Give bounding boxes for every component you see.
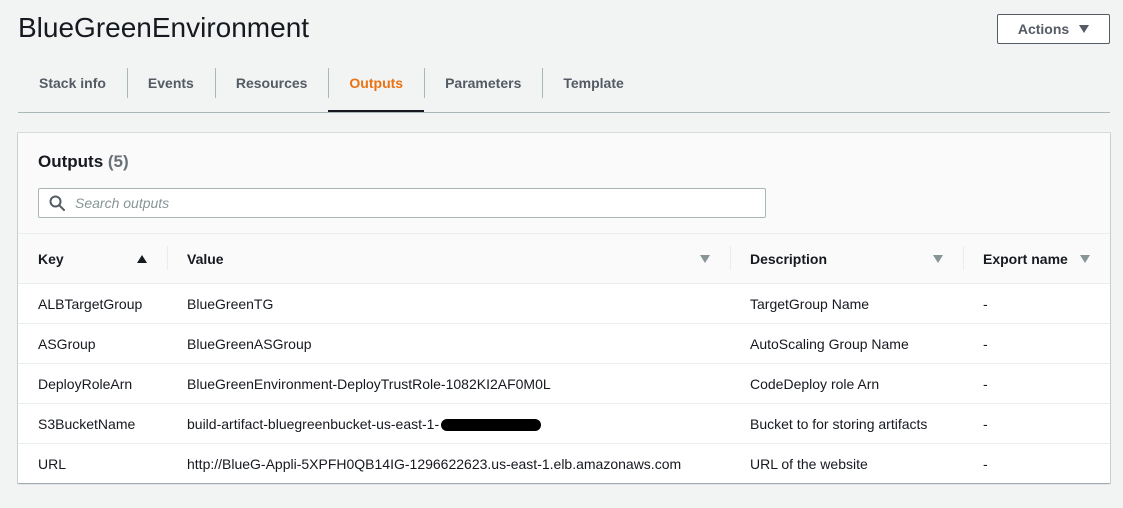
search-input[interactable] xyxy=(73,189,765,217)
tab-outputs[interactable]: Outputs xyxy=(328,66,424,112)
cell-key: DeployRoleArn xyxy=(18,363,167,404)
outputs-title-text: Outputs xyxy=(38,152,104,171)
cell-export-name: - xyxy=(963,403,1110,444)
column-header-value-label: Value xyxy=(187,250,224,267)
table-row: URL http://BlueG-Appli-5XPFH0QB14IG-1296… xyxy=(18,444,1110,484)
column-header-key-label: Key xyxy=(38,250,64,267)
column-header-key[interactable]: Key xyxy=(18,234,167,284)
outputs-count: (5) xyxy=(107,152,129,171)
search-box[interactable] xyxy=(38,188,766,218)
page-title: BlueGreenEnvironment xyxy=(18,12,310,43)
cell-export-name: - xyxy=(963,363,1110,404)
column-header-export-name-label: Export name xyxy=(983,250,1068,267)
sort-descending-icon[interactable] xyxy=(933,254,943,263)
column-header-export-name[interactable]: Export name xyxy=(963,234,1110,284)
cell-key: ALBTargetGroup xyxy=(18,283,167,324)
cell-description: TargetGroup Name xyxy=(730,283,963,324)
table-row: ASGroup BlueGreenASGroup AutoScaling Gro… xyxy=(18,323,1110,364)
cell-description: AutoScaling Group Name xyxy=(730,323,963,364)
tab-events[interactable]: Events xyxy=(126,66,215,100)
outputs-panel-header: Outputs (5) xyxy=(18,133,1110,234)
column-header-description-label: Description xyxy=(750,250,828,267)
table-row: DeployRoleArn BlueGreenEnvironment-Deplo… xyxy=(18,363,1110,404)
tab-parameters[interactable]: Parameters xyxy=(424,66,542,100)
cell-value: BlueGreenTG xyxy=(167,283,730,324)
caret-down-icon xyxy=(1079,25,1090,33)
column-header-value[interactable]: Value xyxy=(167,234,730,284)
cell-export-name: - xyxy=(983,455,988,472)
table-header-row: Key Value Description Export name xyxy=(18,234,1110,284)
column-header-description[interactable]: Description xyxy=(730,234,963,284)
sort-descending-icon[interactable] xyxy=(700,254,710,263)
actions-button[interactable]: Actions xyxy=(997,14,1110,44)
cell-value: build-artifact-bluegreenbucket-us-east-1… xyxy=(167,403,730,444)
tab-resources[interactable]: Resources xyxy=(214,66,329,100)
cell-export-name: - xyxy=(963,283,1110,324)
actions-button-label: Actions xyxy=(1017,21,1070,37)
cell-export-name: - xyxy=(963,323,1110,364)
sort-ascending-icon[interactable] xyxy=(137,254,147,263)
tab-template[interactable]: Template xyxy=(542,66,644,100)
tab-stack-info[interactable]: Stack info xyxy=(18,66,127,100)
cell-value-text: build-artifact-bluegreenbucket-us-east-1… xyxy=(187,415,440,432)
table-row: ALBTargetGroup BlueGreenTG TargetGroup N… xyxy=(18,283,1110,324)
search-icon xyxy=(49,195,65,211)
cell-key: URL xyxy=(38,455,67,472)
sort-descending-icon[interactable] xyxy=(1080,254,1090,263)
cell-key: ASGroup xyxy=(18,323,167,364)
cell-value: http://BlueG-Appli-5XPFH0QB14IG-12966226… xyxy=(187,455,682,472)
cell-description: Bucket to for storing artifacts xyxy=(730,403,963,444)
cell-description: CodeDeploy role Arn xyxy=(730,363,963,404)
tab-bar: Stack info Events Resources Outputs Para… xyxy=(18,66,1110,113)
cell-key: S3BucketName xyxy=(18,403,167,444)
table-row: S3BucketName build-artifact-bluegreenbuc… xyxy=(18,403,1110,444)
outputs-title: Outputs (5) xyxy=(38,152,129,172)
cell-description: URL of the website xyxy=(750,455,868,472)
redaction-mark xyxy=(441,418,542,431)
cell-value: BlueGreenASGroup xyxy=(167,323,730,364)
outputs-panel: Outputs (5) Key xyxy=(18,133,1110,483)
cell-value: BlueGreenEnvironment-DeployTrustRole-108… xyxy=(167,363,730,404)
outputs-table: Key Value Description Export name ALBTar… xyxy=(18,234,1110,483)
